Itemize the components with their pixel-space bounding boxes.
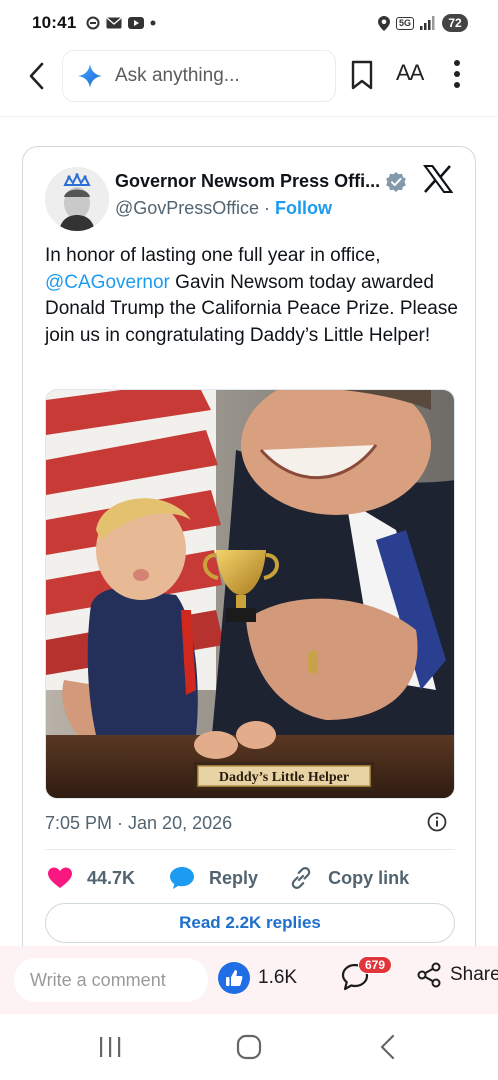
thumbs-up-badge (218, 962, 250, 994)
copy-link-label: Copy link (328, 867, 410, 888)
info-button[interactable] (427, 812, 447, 837)
home-button[interactable] (236, 1034, 262, 1065)
system-icons: 5G 72 (377, 14, 468, 32)
reply-label: Reply (209, 867, 259, 888)
like-button[interactable]: 44.7K (47, 866, 135, 890)
like-count: 44.7K (87, 867, 136, 888)
share-icon (417, 962, 441, 988)
card-divider (45, 849, 455, 850)
status-bar: 10:41 5G 72 (0, 0, 498, 46)
system-nav-bar (0, 1014, 498, 1080)
mention-link[interactable]: @CAGovernor (45, 272, 170, 293)
youtube-icon (128, 17, 145, 29)
tweet-text-part1: In honor of lasting one full year in off… (45, 245, 381, 266)
signal-icon (420, 16, 435, 30)
read-replies-button[interactable]: Read 2.2K replies (45, 903, 455, 943)
image-plaque-text: Daddy’s Little Helper (219, 770, 349, 785)
share-button[interactable]: Share (416, 962, 498, 988)
comment-input[interactable]: Write a comment (14, 958, 208, 1002)
copy-link-button[interactable]: Copy link (288, 865, 409, 891)
status-time: 10:41 (32, 13, 77, 32)
thumbs-up-icon (226, 970, 243, 986)
reply-button[interactable]: Reply (169, 866, 258, 890)
handle-separator: · (258, 198, 275, 218)
tweet-text: In honor of lasting one full year in off… (45, 243, 459, 349)
nav-back-icon (380, 1034, 395, 1060)
notification-icons (86, 16, 156, 30)
dot-icon (150, 20, 156, 26)
info-icon (427, 812, 447, 832)
verified-badge (385, 171, 407, 198)
sparkle-icon (78, 64, 102, 88)
bookmark-button[interactable] (350, 60, 374, 95)
reaction-like-button[interactable]: 1.6K (218, 962, 297, 994)
nav-back-button[interactable] (378, 1034, 396, 1065)
follow-link[interactable]: Follow (275, 198, 332, 218)
recent-apps-button[interactable] (98, 1036, 122, 1063)
share-label: Share (450, 964, 498, 985)
avatar-portrait (45, 167, 109, 231)
comment-bar: Write a comment 1.6K 679 Share (0, 946, 498, 1014)
author-avatar[interactable] (45, 167, 109, 231)
author-handle[interactable]: @GovPressOffice (115, 198, 259, 218)
comments-button[interactable]: 679 (340, 956, 393, 997)
tweet-actions: 44.7K Reply Copy link (45, 863, 455, 893)
chevron-left-icon (29, 62, 44, 90)
tweet-timestamp[interactable]: 7:05 PM · Jan 20, 2026 (45, 813, 232, 834)
toolbar-divider (0, 116, 498, 117)
recent-apps-icon (100, 1037, 121, 1057)
tweet-image[interactable]: Daddy’s Little Helper (45, 389, 455, 799)
link-icon (291, 867, 311, 889)
heart-icon (48, 867, 72, 888)
ask-anything-input[interactable]: Ask anything... (62, 50, 336, 102)
battery-level: 72 (442, 14, 468, 32)
embedded-tweet-card: Governor Newsom Press Offi... @GovPressO… (22, 146, 476, 986)
location-icon (377, 15, 390, 31)
comments-count-badge: 679 (358, 956, 393, 974)
network-type: 5G (395, 16, 414, 30)
author-handle-line: @GovPressOffice · Follow (115, 198, 332, 219)
author-name[interactable]: Governor Newsom Press Offi... (115, 171, 380, 192)
more-vertical-icon (454, 60, 460, 88)
reaction-like-count: 1.6K (258, 967, 298, 988)
mail-icon (106, 17, 122, 29)
vpn-icon (86, 16, 100, 30)
back-button[interactable] (22, 60, 50, 92)
reply-bubble-icon (170, 867, 195, 889)
x-logo-icon (423, 165, 454, 193)
more-options-button[interactable] (452, 58, 462, 95)
x-logo[interactable] (423, 165, 454, 198)
tweet-image-illustration: Daddy’s Little Helper (46, 390, 454, 798)
search-placeholder: Ask anything... (115, 65, 240, 86)
browser-toolbar: Ask anything... AA (0, 46, 498, 108)
verified-icon (386, 172, 406, 192)
text-size-button[interactable]: AA (396, 60, 424, 86)
bookmark-icon (351, 60, 373, 90)
home-icon (236, 1034, 262, 1060)
